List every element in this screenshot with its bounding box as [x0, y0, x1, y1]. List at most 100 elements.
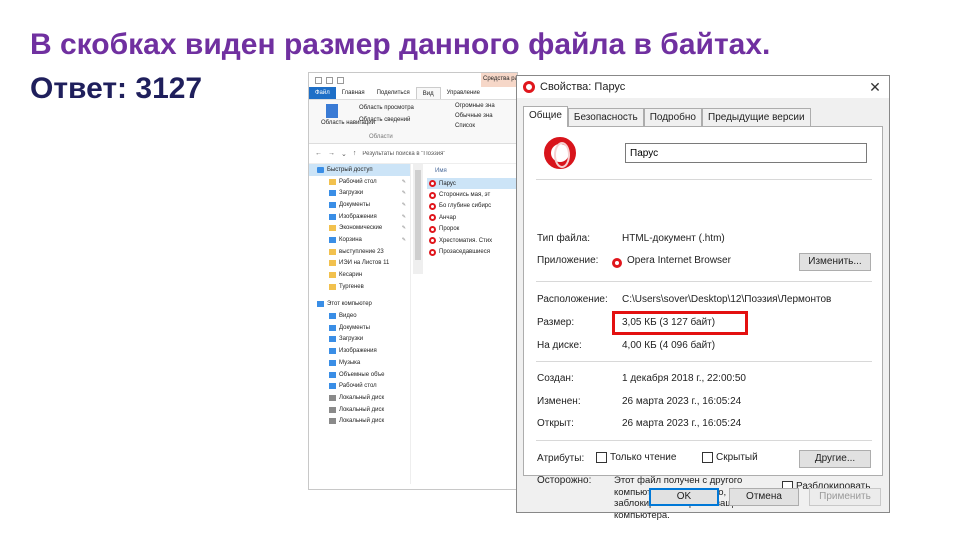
large-icons-button[interactable]: Обычные зна — [455, 113, 493, 119]
ribbon-tab-view[interactable]: Вид — [415, 87, 441, 99]
readonly-label: Только чтение — [610, 452, 677, 463]
file-row[interactable]: Парус — [427, 178, 517, 190]
file-row[interactable]: Бо глубине сибирс — [427, 201, 517, 212]
properties-icon[interactable] — [326, 76, 333, 84]
sidebar-item-label: Документы — [339, 201, 370, 208]
chevron-down-icon[interactable]: ⌄ — [341, 150, 347, 158]
sidebar-item[interactable]: Корзина ✎ — [309, 234, 410, 246]
modified-label: Изменен: — [537, 396, 581, 407]
app-label: Приложение: — [537, 255, 599, 266]
sidebar-item[interactable]: Изображения ✎ — [309, 211, 410, 223]
sidebar-item[interactable]: Локальный диск — [309, 404, 410, 416]
properties-dialog: Свойства: Парус ✕ Общие Безопасность Под… — [516, 75, 890, 521]
column-header-name[interactable]: Имя — [427, 164, 517, 178]
tab-previous-versions[interactable]: Предыдущие версии — [702, 108, 811, 126]
file-row[interactable]: Хрестоматия. Стих — [427, 235, 517, 246]
file-row[interactable]: Анчар — [427, 212, 517, 223]
up-arrow-icon[interactable]: ↑ — [353, 150, 357, 157]
details-pane-button[interactable]: Область сведений — [359, 117, 410, 123]
sidebar-item[interactable]: ИЭИ на Листов 11 — [309, 258, 410, 270]
sidebar-item[interactable]: Локальный диск — [309, 392, 410, 404]
sidebar-item[interactable]: Документы ✎ — [309, 199, 410, 211]
navigation-pane-button[interactable]: Область навигации — [321, 104, 375, 126]
pin-icon[interactable]: ✎ — [402, 237, 406, 243]
sidebar-item[interactable]: Изображения — [309, 345, 410, 357]
sidebar-item[interactable]: Тургенев — [309, 281, 410, 293]
desktop-icon — [329, 383, 336, 390]
new-folder-icon[interactable] — [337, 76, 344, 84]
sidebar-item[interactable]: Музыка — [309, 357, 410, 369]
ribbon-tab-file[interactable]: Файл — [309, 87, 336, 99]
opera-icon — [523, 81, 535, 93]
created-label: Создан: — [537, 373, 574, 384]
pin-icon[interactable]: ✎ — [402, 190, 406, 196]
pin-icon[interactable]: ✎ — [402, 179, 406, 185]
checkbox-box[interactable] — [702, 452, 713, 463]
ribbon-tab-manage[interactable]: Управление — [441, 87, 486, 99]
sidebar-item-label: Локальный диск — [339, 394, 385, 401]
pin-icon[interactable]: ✎ — [402, 214, 406, 220]
sidebar-item[interactable]: Документы — [309, 322, 410, 334]
file-row[interactable]: Прозаседавшиеся — [427, 246, 517, 257]
forward-arrow-icon[interactable]: → — [328, 150, 335, 157]
ribbon-tab-home[interactable]: Главная — [336, 87, 371, 99]
cancel-button[interactable]: Отмена — [729, 488, 799, 506]
drive-icon — [329, 406, 336, 413]
sidebar-item[interactable]: Кесарин — [309, 269, 410, 281]
tab-general[interactable]: Общие — [523, 106, 568, 127]
file-name-input[interactable] — [625, 143, 867, 163]
huge-icons-button[interactable]: Огромные зна — [455, 103, 495, 109]
sidebar-item[interactable]: Загрузки — [309, 334, 410, 346]
file-type-value: HTML-документ (.htm) — [622, 233, 725, 244]
hidden-checkbox[interactable]: Скрытый — [702, 452, 758, 463]
other-attributes-button[interactable]: Другие... — [799, 450, 871, 468]
change-button[interactable]: Изменить... — [799, 253, 871, 271]
ribbon-tab-share[interactable]: Поделиться — [371, 87, 416, 99]
sidebar-item[interactable]: Быстрый доступ — [309, 164, 410, 176]
file-row[interactable]: Сторонись мая, эт — [427, 189, 517, 200]
apply-button[interactable]: Применить — [809, 488, 881, 506]
sidebar-item-label: Тургенев — [339, 283, 364, 290]
quick-access-icon[interactable] — [315, 76, 322, 84]
sidebar-item[interactable]: Экономические ✎ — [309, 222, 410, 234]
sidebar-item[interactable]: Объемные объе — [309, 369, 410, 381]
ok-button[interactable]: OK — [649, 488, 719, 506]
slide-answer: Ответ: 3127 — [30, 72, 203, 105]
file-list: Имя Парус Сторонись мая, эт Бо глубине сиб… — [427, 164, 517, 258]
preview-pane-button[interactable]: Область просмотра — [359, 105, 414, 111]
sidebar-item-label: ИЭИ на Листов 11 — [339, 260, 390, 267]
size-label: Размер: — [537, 317, 575, 328]
sidebar-item[interactable]: Видео — [309, 310, 410, 322]
sidebar-item[interactable]: Этот компьютер — [309, 299, 410, 311]
recycle-bin-icon — [329, 236, 336, 243]
pin-icon[interactable]: ✎ — [402, 225, 406, 231]
close-icon[interactable]: ✕ — [861, 79, 889, 96]
context-tab[interactable]: Средства раб — [481, 73, 517, 87]
file-name: Парус — [439, 180, 456, 187]
checkbox-box[interactable] — [596, 452, 607, 463]
nav-scrollbar[interactable] — [413, 164, 423, 274]
list-view-button[interactable]: Список — [455, 123, 475, 129]
tab-details[interactable]: Подробно — [643, 108, 702, 126]
back-arrow-icon[interactable]: ← — [315, 150, 322, 157]
folder-icon — [329, 225, 336, 232]
documents-icon — [329, 201, 336, 208]
separator — [536, 281, 872, 282]
modified-value: 26 марта 2023 г., 16:05:24 — [622, 396, 742, 407]
readonly-checkbox[interactable]: Только чтение — [596, 452, 676, 463]
documents-icon — [329, 324, 336, 331]
dialog-title: Свойства: Парус — [540, 81, 626, 93]
sidebar-item[interactable]: Загрузки ✎ — [309, 187, 410, 199]
navigation-pane-icon — [326, 104, 338, 118]
sidebar-item[interactable]: Локальный диск — [309, 415, 410, 427]
scrollbar-thumb[interactable] — [415, 170, 421, 260]
attributes-label: Атрибуты: — [537, 453, 585, 464]
sidebar-item[interactable]: выступление 23 — [309, 246, 410, 258]
sidebar-item[interactable]: Рабочий стол ✎ — [309, 176, 410, 188]
address-path[interactable]: Результаты поиска в "Поэзия" — [362, 151, 445, 157]
sidebar-item[interactable]: Рабочий стол — [309, 380, 410, 392]
star-icon — [317, 166, 324, 173]
pin-icon[interactable]: ✎ — [402, 202, 406, 208]
file-row[interactable]: Пророк — [427, 224, 517, 235]
tab-security[interactable]: Безопасность — [567, 108, 644, 126]
